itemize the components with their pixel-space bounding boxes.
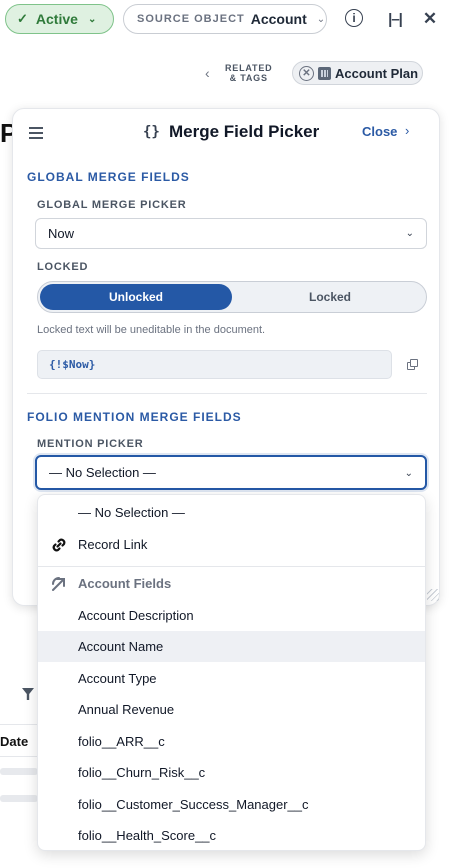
chevron-down-icon: ⌄	[87, 13, 97, 25]
chip-label: Account Plan	[335, 65, 419, 81]
dropdown-option-account-description[interactable]: Account Description	[38, 600, 425, 631]
chevron-left-icon[interactable]: ‹	[205, 65, 210, 81]
global-merge-picker-select[interactable]: Now ⌄	[35, 218, 427, 249]
locked-option[interactable]: Locked	[234, 284, 426, 310]
link-icon	[50, 536, 68, 554]
dropdown-option-folio-arr[interactable]: folio__ARR__c	[38, 726, 425, 757]
close-button[interactable]: Close	[362, 124, 397, 139]
locked-toggle[interactable]: Unlocked Locked	[37, 281, 427, 313]
chevron-right-icon[interactable]: ›	[405, 123, 409, 138]
mention-picker-label: MENTION PICKER	[37, 438, 144, 450]
building-icon	[318, 66, 331, 80]
mention-picker-value: — No Selection —	[49, 465, 156, 480]
dropdown-option-record-link[interactable]: Record Link	[38, 529, 425, 560]
info-icon[interactable]: i	[345, 9, 363, 27]
status-label: Active	[35, 11, 78, 27]
related-label: RELATED	[225, 63, 273, 73]
divider	[0, 756, 40, 757]
global-merge-picker-label: GLOBAL MERGE PICKER	[37, 199, 187, 211]
folio-mention-merge-fields-heading: FOLIO MENTION MERGE FIELDS	[27, 410, 242, 424]
hamburger-menu-icon[interactable]	[29, 127, 43, 139]
check-icon: ✓	[17, 11, 28, 26]
divider	[27, 393, 427, 394]
related-tags-toggle[interactable]: RELATED & TAGS	[225, 63, 272, 83]
account-plan-chip[interactable]: ✕ Account Plan	[292, 61, 423, 85]
top-bar: ✓ Active ⌄ SOURCE OBJECT Account ⌄ i |–|…	[0, 0, 455, 38]
status-dropdown[interactable]: ✓ Active ⌄	[5, 4, 114, 34]
source-object-label: SOURCE OBJECT	[137, 13, 245, 25]
dropdown-option-folio-churn-risk[interactable]: folio__Churn_Risk__c	[38, 757, 425, 788]
mention-picker-select[interactable]: — No Selection — ⌄	[35, 455, 427, 490]
remove-icon[interactable]: ✕	[299, 65, 314, 81]
divider	[0, 724, 40, 725]
braces-icon: {}	[143, 124, 160, 140]
dropdown-group-account-fields: Account Fields	[38, 568, 425, 599]
mention-picker-dropdown: — No Selection — Record Link Account Fie…	[37, 494, 426, 851]
filter-icon[interactable]	[22, 688, 34, 700]
close-icon[interactable]: ✕	[420, 9, 440, 29]
split-view-icon[interactable]: |–|	[385, 9, 405, 29]
locked-hint-text: Locked text will be uneditable in the do…	[37, 324, 266, 336]
global-merge-picker-value: Now	[48, 226, 75, 241]
date-column-header[interactable]: Date	[0, 734, 28, 749]
panel-title: Merge Field Picker	[169, 122, 320, 141]
source-object-value: Account	[250, 11, 307, 27]
chevron-down-icon: ⌄	[316, 13, 326, 25]
copy-icon[interactable]	[407, 359, 418, 370]
locked-label: LOCKED	[37, 261, 89, 273]
placeholder-bar	[0, 768, 38, 775]
background-table-fragment: Date	[0, 668, 40, 818]
chevron-down-icon: ⌄	[405, 228, 414, 239]
dropdown-option-no-selection[interactable]: — No Selection —	[38, 497, 425, 528]
dropdown-option-account-name[interactable]: Account Name	[38, 631, 425, 662]
merge-code-field[interactable]: {!$Now}	[37, 350, 392, 379]
dropdown-option-folio-customer-success-manager[interactable]: folio__Customer_Success_Manager__c	[38, 789, 425, 820]
placeholder-bar	[0, 795, 38, 802]
related-tags-row: ‹ RELATED & TAGS ✕ Account Plan	[0, 55, 455, 89]
tags-label: & TAGS	[229, 73, 268, 83]
source-object-dropdown[interactable]: SOURCE OBJECT Account ⌄	[123, 4, 327, 34]
chevron-down-icon: ⌄	[404, 468, 413, 479]
dropdown-option-annual-revenue[interactable]: Annual Revenue	[38, 694, 425, 725]
divider	[38, 566, 425, 567]
global-merge-fields-heading: GLOBAL MERGE FIELDS	[27, 170, 190, 184]
dropdown-option-account-type[interactable]: Account Type	[38, 663, 425, 694]
arrow-reference-icon	[50, 575, 68, 593]
unlocked-option[interactable]: Unlocked	[40, 284, 232, 310]
resize-handle-icon[interactable]	[427, 589, 439, 601]
dropdown-option-folio-health-score[interactable]: folio__Health_Score__c	[38, 820, 425, 850]
